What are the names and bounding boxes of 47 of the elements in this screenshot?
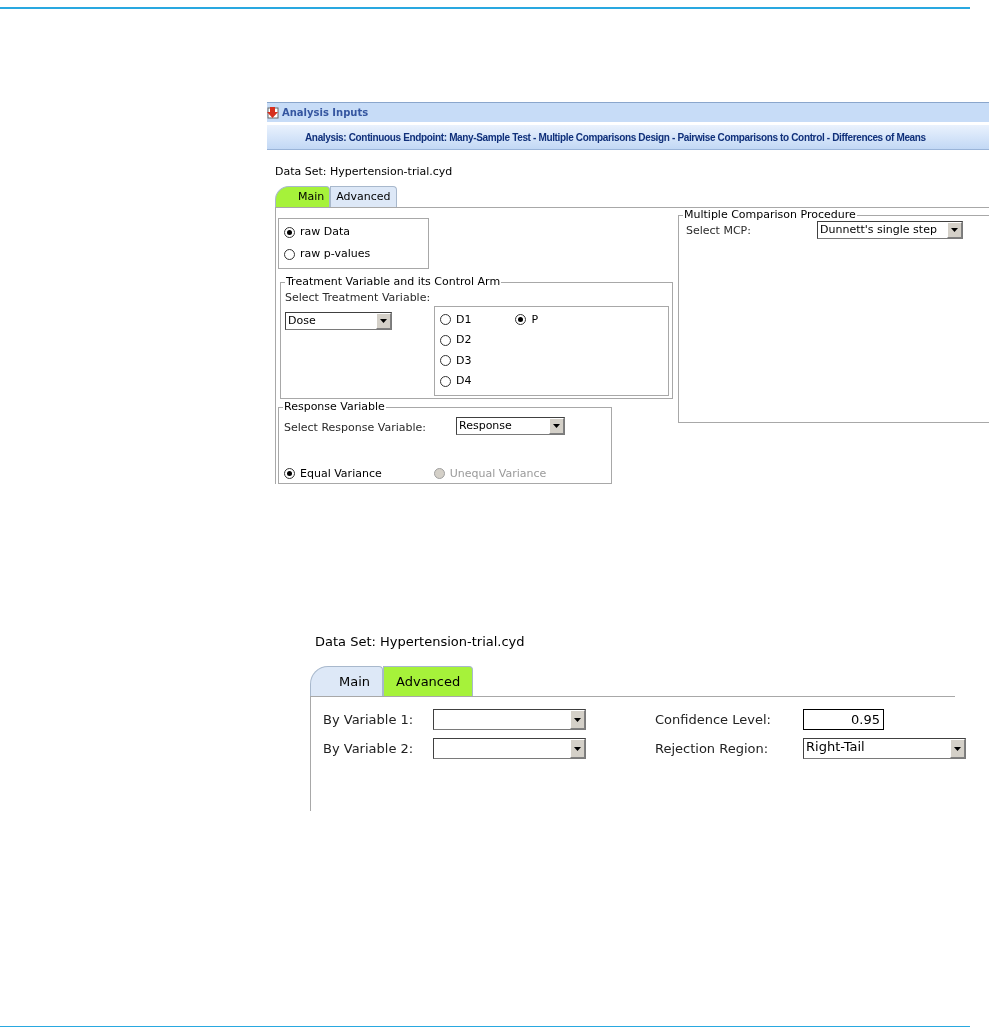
- caret-icon: [951, 228, 958, 232]
- tab[interactable]: Main: [310, 666, 384, 696]
- radio-option[interactable]: Equal Variance: [284, 465, 382, 483]
- field-label: Select MCP:: [686, 223, 751, 239]
- down-arrow-icon: [267, 106, 279, 119]
- radio-button[interactable]: [440, 314, 451, 326]
- caret-icon: [380, 318, 387, 323]
- radio-option[interactable]: P: [515, 309, 539, 331]
- dataset-label: Data Set: Hypertension-trial.cyd: [275, 165, 454, 179]
- tab[interactable]: Advanced: [330, 186, 397, 207]
- analysis-title: Analysis: Continuous Endpoint: Many-Sample Test - Multiple Comparisons Design - Pairwise Comparisons to Control - Differences of Means: [305, 130, 926, 145]
- radio-button[interactable]: [515, 314, 527, 326]
- radio-option[interactable]: D3: [440, 350, 472, 372]
- mcp-dropdown[interactable]: Dunnett's single step: [817, 221, 963, 239]
- caret-icon: [574, 717, 581, 722]
- radio-option[interactable]: D4: [440, 371, 472, 392]
- field-label: By Variable 2:: [323, 739, 415, 758]
- treatment-dropdown[interactable]: Dose: [285, 311, 392, 330]
- caret-icon: [574, 746, 581, 751]
- dropdown[interactable]: [433, 709, 586, 730]
- tab[interactable]: Main: [275, 186, 331, 207]
- caret-icon: [553, 423, 560, 428]
- radio-option[interactable]: raw p-values: [284, 246, 428, 263]
- response-dropdown[interactable]: Response: [456, 416, 565, 435]
- field-label: Select Treatment Variable:: [285, 289, 431, 306]
- text-field[interactable]: 0.95: [803, 709, 884, 730]
- field-label: Confidence Level:: [655, 710, 772, 729]
- caret-icon: [954, 746, 961, 751]
- radio-option[interactable]: raw Data: [284, 223, 428, 241]
- window-title: Analysis Inputs: [282, 106, 369, 120]
- tab[interactable]: Advanced: [383, 666, 474, 696]
- radio-button[interactable]: [440, 375, 451, 387]
- dropdown[interactable]: [433, 738, 586, 759]
- radio-button[interactable]: [440, 334, 451, 346]
- radio-button[interactable]: [284, 249, 295, 261]
- radio-button[interactable]: [440, 355, 451, 367]
- radio-option[interactable]: D2: [440, 330, 472, 351]
- group-title: Response Variable: [283, 399, 386, 414]
- group-title: Multiple Comparison Procedure: [683, 208, 857, 222]
- radio-button[interactable]: [284, 468, 295, 480]
- field-label: Select Response Variable:: [284, 419, 426, 436]
- radio-button[interactable]: [284, 226, 295, 238]
- field-label: Rejection Region:: [655, 739, 770, 758]
- dataset-label: Data Set: Hypertension-trial.cyd: [315, 634, 526, 650]
- dropdown[interactable]: Right-Tail: [803, 738, 966, 759]
- radio-option[interactable]: D1: [440, 309, 472, 331]
- field-label: By Variable 1:: [323, 710, 415, 729]
